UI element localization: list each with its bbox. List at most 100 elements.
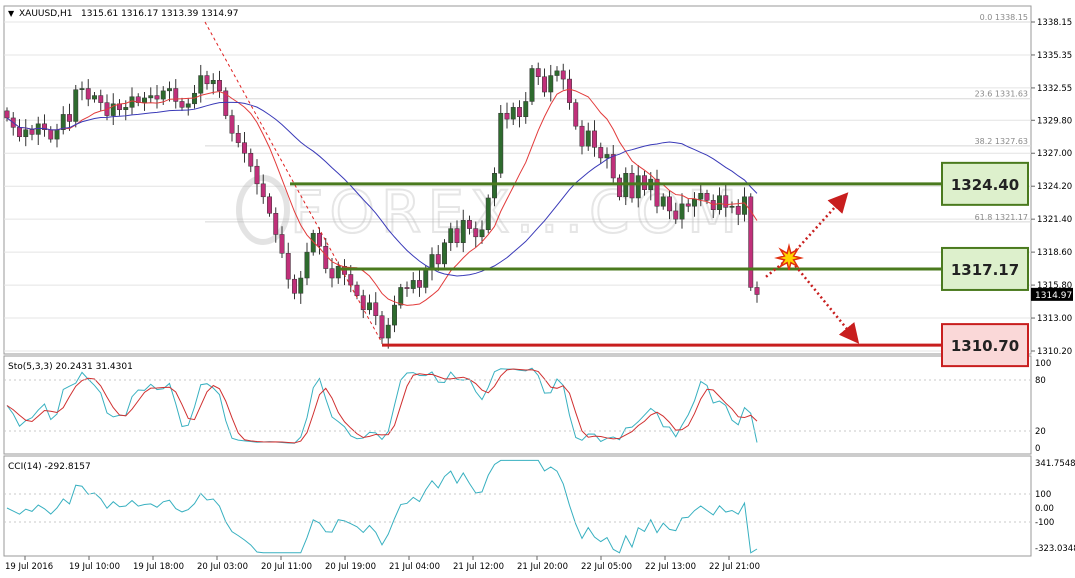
bull-candle (660, 196, 666, 207)
cci-tick-label: 0.00 (1035, 504, 1054, 514)
bull-candle (442, 242, 447, 265)
bear-candle (354, 284, 360, 296)
bull-candle (60, 114, 66, 130)
fib-label: 61.8 1321.17 (975, 213, 1028, 222)
current-price-marker: 1314.97 (1031, 287, 1073, 301)
bull-candle (729, 205, 735, 208)
header-arrow[interactable]: ▼ (8, 9, 15, 18)
bear-candle (329, 268, 335, 279)
fib-label: 23.6 1331.63 (975, 90, 1028, 99)
bear-candle (48, 129, 54, 140)
bull-candle (679, 203, 685, 220)
bull-candle (448, 228, 454, 243)
header-ohlc: 1315.61 1316.17 1313.39 1314.97 (81, 9, 238, 19)
bull-candle (604, 154, 610, 159)
time-tick-label: 21 Jul 04:00 (389, 562, 440, 572)
stochastic-panel[interactable] (3, 355, 1032, 455)
bear-candle (67, 114, 72, 122)
bull-candle (635, 175, 641, 199)
bear-candle (435, 254, 441, 265)
bear-candle (567, 78, 572, 103)
bear-candle (273, 213, 279, 235)
bear-candle (542, 76, 547, 93)
time-axis: 19 Jul 2016 19 Jul 10:00 19 Jul 18:00 20 Ju… (5, 556, 760, 572)
bear-candle (154, 95, 160, 100)
bear-candle (610, 154, 616, 179)
bear-candle (229, 115, 235, 134)
cci-tick-label: -100 (1035, 518, 1054, 528)
time-tick-label: 20 Jul 19:00 (325, 562, 376, 572)
bear-candle (673, 210, 679, 220)
bull-candle (398, 287, 404, 306)
header-symbol: XAUUSD,H1 (19, 9, 73, 19)
fib-label: 0.0 1338.15 (980, 13, 1028, 22)
bear-candle (629, 173, 635, 199)
price-tick-label: 1324.20 (1037, 182, 1072, 192)
bear-candle (242, 142, 247, 154)
bull-candle (73, 89, 79, 122)
bull-candle (185, 103, 191, 108)
price-tick-label: 1338.15 (1037, 18, 1072, 28)
bull-candle (198, 75, 204, 94)
bear-candle (29, 129, 35, 135)
bull-candle (498, 112, 504, 174)
bear-candle (248, 152, 254, 167)
bull-candle (304, 251, 310, 279)
price-tick-label: 1321.40 (1037, 215, 1072, 225)
bull-candle (717, 195, 722, 210)
bear-candle (292, 278, 297, 294)
bear-candle (473, 228, 479, 238)
bear-candle (735, 205, 741, 215)
bull-candle (423, 269, 429, 288)
time-tick-label: 22 Jul 13:00 (645, 562, 696, 572)
current-price: 1314.97 (1035, 291, 1072, 301)
bear-candle (285, 253, 291, 280)
bear-candle (267, 196, 272, 214)
pivot-level-label: 1317.17 (951, 261, 1019, 279)
bull-candle (523, 101, 529, 118)
bear-candle (17, 127, 22, 138)
bull-candle (123, 107, 129, 110)
bear-candle (560, 70, 566, 80)
price-tick-label: 1332.55 (1037, 84, 1072, 94)
bull-candle (585, 130, 591, 147)
bear-candle (4, 110, 10, 119)
bull-candle (692, 198, 697, 207)
price-tick-label: 1313.00 (1037, 314, 1072, 324)
trading-chart[interactable]: 0.0 1338.15 23.6 1331.63 38.2 1327.63 61.8 … (0, 0, 1075, 578)
bear-candle (504, 112, 510, 120)
bear-candle (454, 228, 460, 243)
stochastic-tick-label: 80 (1035, 376, 1046, 386)
bear-candle (179, 101, 185, 108)
stochastic-axis: 100 80 20 0 (1035, 359, 1051, 454)
bear-candle (617, 177, 622, 198)
bear-candle (360, 295, 366, 311)
time-tick-label: 20 Jul 03:00 (197, 562, 248, 572)
bear-candle (204, 75, 210, 85)
bull-candle (35, 123, 41, 135)
bear-candle (404, 287, 410, 289)
bear-candle (254, 165, 260, 185)
bull-candle (529, 68, 535, 102)
breakout-star-icon (774, 243, 804, 271)
bear-candle (279, 234, 285, 254)
bull-candle (335, 265, 341, 279)
bear-candle (592, 130, 597, 148)
bear-candle (517, 107, 522, 118)
time-tick-label: 21 Jul 12:00 (453, 562, 504, 572)
cci-tick-label: 100 (1035, 490, 1051, 500)
resistance-level-label: 1324.40 (951, 176, 1019, 194)
bull-candle (385, 324, 391, 339)
bull-candle (148, 95, 154, 99)
price-tick-label: 1335.35 (1037, 51, 1072, 61)
bear-candle (373, 302, 379, 316)
bull-candle (479, 229, 485, 238)
bear-candle (579, 125, 585, 147)
bull-candle (23, 129, 29, 138)
bear-candle (417, 280, 422, 288)
price-tick-label: 1329.80 (1037, 116, 1072, 126)
bear-candle (573, 102, 579, 127)
bear-candle (348, 274, 354, 286)
bear-candle (598, 147, 604, 159)
bull-candle (129, 96, 135, 108)
